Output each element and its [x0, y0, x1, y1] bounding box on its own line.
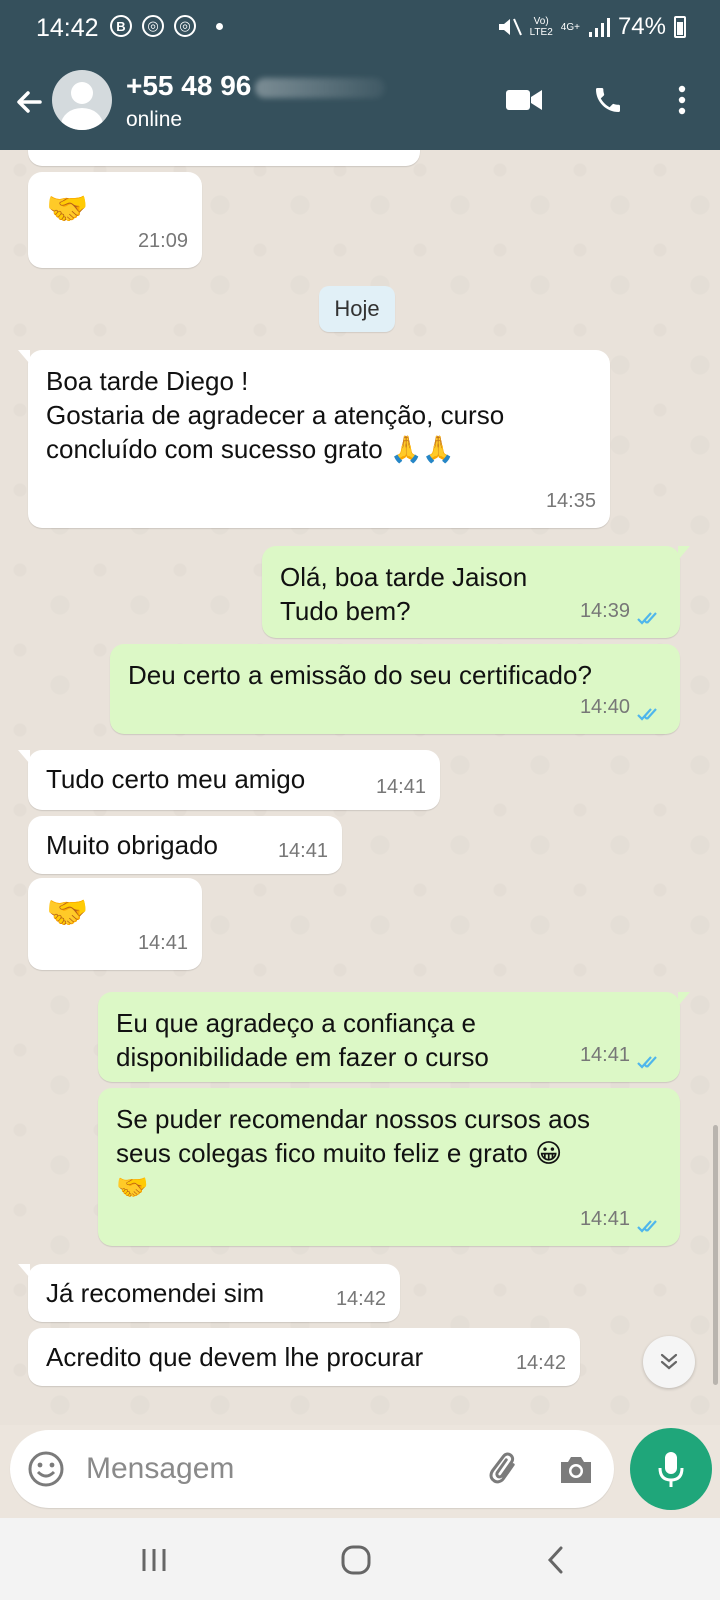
- volte-bottom: LTE2: [529, 27, 553, 38]
- read-ticks-icon: [637, 1220, 657, 1233]
- message-bubble[interactable]: Deu certo a emissão do seu certificado? …: [110, 644, 680, 734]
- message-text: Boa tarde Diego ! Gostaria de agradecer …: [46, 366, 505, 464]
- message-bubble[interactable]: Muito obrigado 14:41: [28, 816, 342, 874]
- message-bubble[interactable]: Olá, boa tarde Jaison Tudo bem? 14:39: [262, 546, 690, 638]
- message-text: Se puder recomendar nossos cursos aos se…: [116, 1104, 591, 1202]
- battery-icon: [674, 16, 686, 38]
- read-ticks-icon: [637, 708, 657, 721]
- recent-apps-icon: [142, 1549, 166, 1571]
- back-button[interactable]: [534, 1538, 578, 1582]
- message-bubble[interactable]: Acredito que devem lhe procurar 14:42: [28, 1328, 580, 1386]
- message-text: Já recomendei sim: [46, 1278, 265, 1308]
- contact-name-text: +55 48 96: [126, 70, 252, 101]
- contact-name[interactable]: +55 48 96: [126, 70, 386, 102]
- avatar-head: [71, 82, 93, 104]
- network-type: 4G+: [560, 21, 580, 33]
- message-bubble[interactable]: Eu que agradeço a confiança e disponibil…: [98, 992, 690, 1082]
- message-bubble[interactable]: 🤝 21:09: [28, 172, 202, 268]
- message-time: 14:41: [579, 1044, 630, 1066]
- message-text: Olá, boa tarde Jaison Tudo bem?: [280, 562, 528, 626]
- mic-button[interactable]: [630, 1428, 712, 1510]
- message-bubble[interactable]: Se puder recomendar nossos cursos aos se…: [98, 1088, 680, 1246]
- scroll-to-bottom-button[interactable]: [643, 1336, 695, 1388]
- status-bar: 14:42 B ◎ ◎ Vo) LTE2 4G+ 74%: [0, 0, 720, 56]
- camera-icon[interactable]: [556, 1450, 596, 1490]
- more-options-icon[interactable]: [660, 78, 704, 122]
- avatar[interactable]: [52, 70, 112, 130]
- message-bubble[interactable]: Tudo certo meu amigo 14:41: [18, 750, 440, 810]
- recent-apps-button[interactable]: [132, 1538, 176, 1582]
- read-ticks-icon: [637, 612, 657, 625]
- message-time: 14:41: [579, 1208, 630, 1230]
- message-time: 14:41: [137, 932, 188, 954]
- b-notification-icon: B: [110, 15, 132, 37]
- attach-icon[interactable]: [486, 1450, 526, 1490]
- more-notifications-dot-icon: [216, 22, 223, 30]
- mic-icon: [658, 1452, 684, 1487]
- mute-icon: [498, 18, 522, 36]
- chrome-icon-2: ◎: [174, 15, 196, 37]
- back-chevron-icon: [547, 1546, 563, 1574]
- message-time: 14:42: [515, 1352, 566, 1374]
- signal-icon: [588, 18, 610, 37]
- volte-top: Vo): [533, 16, 549, 27]
- notification-icons: B ◎ ◎: [110, 15, 223, 37]
- message-time: 21:09: [137, 230, 188, 252]
- redacted-blur: [255, 77, 386, 98]
- message-text: Muito obrigado: [46, 830, 218, 860]
- message-bubble[interactable]: 🤝 14:41: [28, 878, 202, 970]
- handshake-emoji: 🤝: [46, 189, 89, 229]
- video-call-icon[interactable]: [502, 78, 546, 122]
- chat-area[interactable]: 🤝 21:09 Hoje Boa tarde Diego ! Gostaria …: [0, 150, 720, 1425]
- status-time: 14:42: [36, 14, 99, 42]
- volte-indicator: Vo) LTE2: [530, 16, 553, 38]
- double-chevron-down-icon: [660, 1353, 678, 1370]
- message-bubble-partial[interactable]: [28, 150, 420, 166]
- message-bubble[interactable]: Boa tarde Diego ! Gostaria de agradecer …: [18, 350, 610, 528]
- message-bubble[interactable]: Já recomendei sim 14:42: [18, 1264, 400, 1322]
- handshake-emoji: 🤝: [46, 893, 89, 933]
- chat-header: +55 48 96 online: [0, 56, 720, 150]
- contact-status: online: [126, 108, 183, 131]
- phone-icon[interactable]: [586, 78, 630, 122]
- message-time: 14:41: [375, 776, 426, 798]
- message-time: 14:39: [579, 600, 630, 622]
- message-time: 14:40: [579, 696, 630, 718]
- message-time: 14:41: [277, 840, 328, 862]
- message-text: Eu que agradeço a confiança e disponibil…: [116, 1008, 489, 1072]
- status-right: Vo) LTE2 4G+ 74%: [496, 13, 686, 41]
- message-text: Tudo certo meu amigo: [46, 764, 306, 794]
- message-time: 14:42: [335, 1288, 386, 1310]
- date-chip: Hoje: [319, 286, 395, 332]
- avatar-body: [61, 108, 103, 130]
- message-input[interactable]: [86, 1444, 466, 1494]
- scrollbar[interactable]: [713, 1125, 718, 1385]
- chrome-icon: ◎: [142, 15, 164, 37]
- home-button[interactable]: [334, 1538, 378, 1582]
- read-ticks-icon: [637, 1056, 657, 1069]
- battery-percent: 74%: [617, 13, 666, 40]
- message-time: 14:35: [545, 490, 596, 512]
- system-nav-bar: [0, 1518, 720, 1600]
- home-icon: [341, 1545, 371, 1575]
- back-arrow-icon[interactable]: [10, 82, 50, 122]
- message-text: Deu certo a emissão do seu certificado?: [128, 660, 592, 690]
- message-composer: [10, 1430, 614, 1508]
- emoji-icon[interactable]: [26, 1449, 66, 1489]
- message-text: Acredito que devem lhe procurar: [46, 1342, 424, 1372]
